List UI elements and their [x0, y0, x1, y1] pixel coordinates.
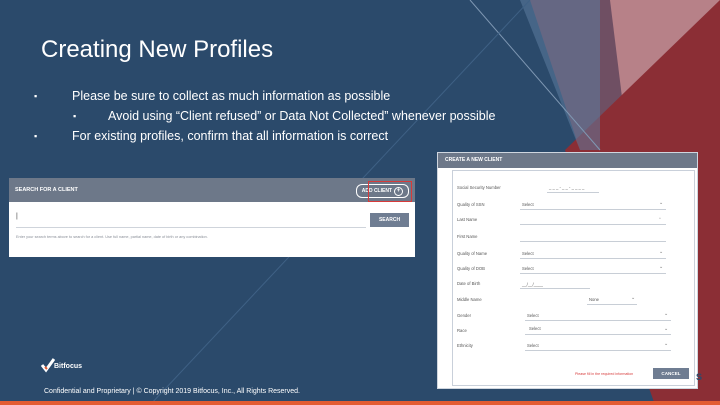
- required-info-message: Please fill in the required information: [575, 372, 634, 376]
- field-label: Gender: [457, 313, 471, 318]
- field-label: Date of Birth: [457, 281, 481, 286]
- ssn-quality-select[interactable]: Select: [522, 202, 534, 207]
- bullet-text: Avoid using “Client refused” or Data Not…: [108, 109, 496, 123]
- field-underline: [520, 241, 666, 242]
- field-label: Social Security Number: [457, 185, 501, 190]
- field-underline: [520, 288, 590, 289]
- chevron-down-icon: ⌄: [664, 341, 669, 347]
- field-label: First Name: [457, 234, 478, 239]
- race-select[interactable]: Select: [529, 326, 541, 331]
- create-panel-header: CREATE A NEW CLIENT: [438, 153, 697, 168]
- logo-text: Bitfocus: [54, 363, 82, 370]
- footer-text: Confidential and Proprietary | © Copyrig…: [44, 388, 300, 395]
- chevron-down-icon: ⌄: [659, 264, 664, 270]
- field-underline: [520, 258, 666, 259]
- bullet-text: For existing profiles, confirm that all …: [72, 129, 389, 143]
- field-underline: [525, 334, 671, 335]
- checkmark-logo-icon: [41, 358, 55, 373]
- dob-quality-select[interactable]: Select: [522, 266, 534, 271]
- field-label: Middle Name: [457, 297, 482, 302]
- chevron-down-icon: ⌄: [659, 200, 664, 206]
- search-input[interactable]: |: [16, 213, 366, 228]
- create-client-form: Social Security Number _ _ _ - _ _ - _ _…: [452, 170, 695, 386]
- bullet-marker: ▪: [34, 91, 38, 101]
- slide: Creating New Profiles ▪ Please be sure t…: [0, 0, 720, 405]
- chevron-down-icon: ⌄: [664, 326, 669, 332]
- slide-title: Creating New Profiles: [41, 36, 274, 63]
- search-panel-header: SEARCH FOR A CLIENT ADD CLIENT +: [9, 178, 415, 202]
- field-underline: [520, 224, 666, 225]
- dob-input[interactable]: __/__/____: [522, 282, 543, 287]
- field-underline: [520, 209, 666, 210]
- field-label: Race: [457, 328, 467, 333]
- create-client-panel: CREATE A NEW CLIENT Social Security Numb…: [437, 152, 698, 389]
- name-quality-select[interactable]: Select: [522, 251, 534, 256]
- deco-light-blue-shape: [520, 0, 600, 150]
- search-client-panel: SEARCH FOR A CLIENT ADD CLIENT + | SEARCH…: [9, 178, 415, 257]
- gender-select[interactable]: Select: [527, 313, 539, 318]
- contact-card-icon: ▫: [659, 216, 661, 222]
- bullet-text: Please be sure to collect as much inform…: [72, 89, 391, 103]
- chevron-down-icon: ⌄: [664, 311, 669, 317]
- field-underline: [525, 350, 671, 351]
- bullet-marker: ▪: [73, 111, 77, 121]
- search-panel-title: SEARCH FOR A CLIENT: [15, 187, 78, 193]
- ssn-input[interactable]: _ _ _ - _ _ - _ _ _ _: [549, 185, 584, 190]
- suffix-select[interactable]: None: [589, 297, 599, 302]
- search-help-text: Enter your search terms above to search …: [16, 235, 208, 239]
- bullet-marker: ▪: [34, 131, 38, 141]
- chevron-down-icon: ⌄: [631, 295, 636, 301]
- field-label: Last Name: [457, 217, 478, 222]
- bottom-accent-bar: [0, 401, 720, 405]
- search-button[interactable]: SEARCH: [370, 213, 409, 227]
- highlight-box: [368, 181, 412, 202]
- field-label: Quality of SSN: [457, 202, 485, 207]
- field-underline: [525, 320, 671, 321]
- ethnicity-select[interactable]: Select: [527, 343, 539, 348]
- cropped-letter: S: [696, 372, 703, 382]
- cancel-button[interactable]: CANCEL: [653, 368, 689, 379]
- field-underline: [520, 273, 666, 274]
- field-label: Ethnicity: [457, 343, 473, 348]
- field-underline: [587, 304, 637, 305]
- field-underline: [547, 192, 599, 193]
- field-label: Quality of Name: [457, 251, 488, 256]
- field-label: Quality of DOB: [457, 266, 485, 271]
- chevron-down-icon: ⌄: [659, 249, 664, 255]
